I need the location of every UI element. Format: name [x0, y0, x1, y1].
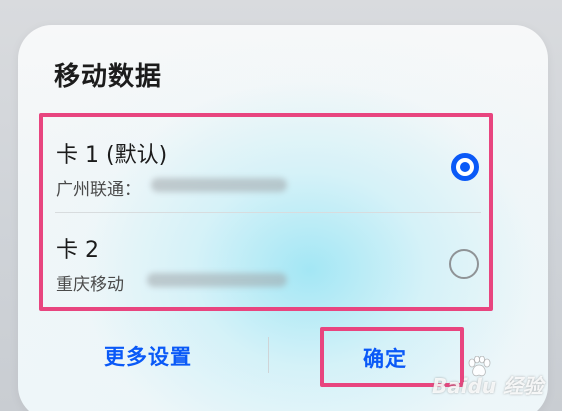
sim-card-option-2[interactable]: 卡 2 重庆移动	[43, 212, 489, 307]
sim-card-1-name: 卡 1 (默认)	[56, 143, 168, 168]
sim-card-2-name: 卡 2	[56, 238, 99, 263]
sim-card-2-carrier: 重庆移动	[56, 275, 124, 295]
mobile-data-dialog: 移动数据 卡 1 (默认) 广州联通： 卡 2 重庆移动 更多设置 确定	[18, 25, 548, 411]
baidu-jingyan-watermark: Baidu 经验	[432, 356, 560, 406]
sim-card-1-number-redacted	[151, 178, 287, 192]
dialog-title: 移动数据	[54, 62, 163, 92]
watermark-text: Baidu 经验	[432, 374, 544, 398]
more-settings-button[interactable]: 更多设置	[104, 341, 192, 371]
sim-card-2-number-redacted	[147, 273, 287, 287]
sim-card-1-radio-selected[interactable]	[451, 153, 479, 181]
sim-card-option-1[interactable]: 卡 1 (默认) 广州联通：	[43, 117, 489, 212]
confirm-button[interactable]: 确定	[363, 343, 407, 373]
sim-card-2-radio-unselected[interactable]	[449, 249, 479, 279]
sim-card-list: 卡 1 (默认) 广州联通： 卡 2 重庆移动	[39, 113, 493, 311]
button-divider	[268, 337, 269, 373]
sim-card-1-carrier: 广州联通：	[56, 180, 141, 200]
